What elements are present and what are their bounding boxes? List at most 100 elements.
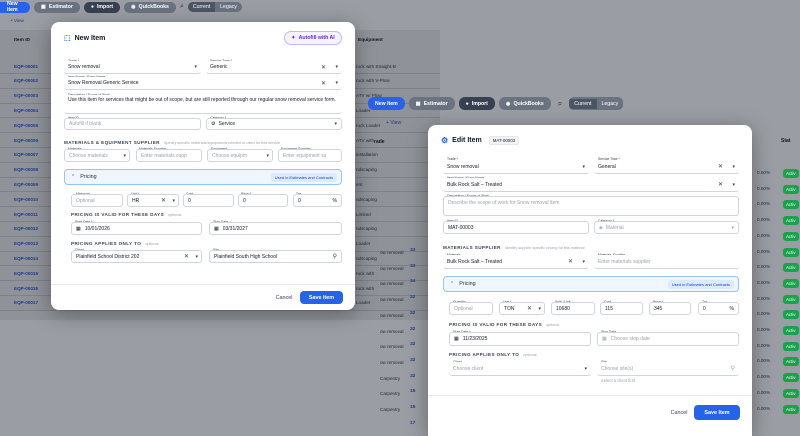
new-item-button[interactable]: New Item <box>0 1 30 13</box>
percent-sign: % <box>729 305 734 312</box>
client-select[interactable]: Plainfield School District 202 ✕ ▾ <box>71 250 202 263</box>
unit-select[interactable]: HR ✕ ▾ <box>127 194 179 207</box>
count-cell[interactable]: 15 <box>410 405 415 410</box>
count-cell[interactable]: 33 <box>410 248 415 253</box>
minimum-input[interactable]: Optional <box>71 194 123 207</box>
clear-icon[interactable]: ✕ <box>161 197 166 204</box>
materials-supplier-input[interactable]: Enter materials supplier <box>594 255 739 269</box>
estimator-button-2[interactable]: ▦ Estimator <box>408 97 455 110</box>
legacy-tab-2[interactable]: Legacy <box>597 99 624 109</box>
price-input[interactable]: 345 <box>649 302 691 315</box>
count-cell[interactable]: 32 <box>410 311 415 316</box>
category-select[interactable]: ⚙ Service ▾ <box>206 118 342 130</box>
item-id-cell[interactable]: EQP-00011 <box>0 212 40 217</box>
item-id-cell[interactable]: EQP-00006 <box>0 138 40 143</box>
tax-input[interactable]: 0% <box>698 302 739 315</box>
item-id-cell[interactable]: EQP-00005 <box>0 123 40 128</box>
price-input[interactable]: 0 <box>238 194 288 207</box>
save-item-button[interactable]: Save Item <box>694 405 740 420</box>
quickbooks-button[interactable]: ◉ QuickBooks <box>124 1 176 13</box>
cost-input[interactable]: 0 <box>183 194 234 207</box>
unit-select[interactable]: TON ✕ ▾ <box>499 302 545 315</box>
item-id-cell[interactable]: EQP-00013 <box>0 241 40 246</box>
item-id-cell[interactable]: EQP-00004 <box>0 108 40 113</box>
trade-cell: Carpentry <box>380 407 401 412</box>
site-select[interactable]: Choose site(s) ⚲ <box>597 362 739 376</box>
item-id-cell[interactable]: EQP-00003 <box>0 93 40 98</box>
item-id-cell[interactable]: EQP-00001 <box>0 64 40 69</box>
start-date-input[interactable]: ▦ 11/23/2025 <box>449 332 591 346</box>
view-link-2[interactable]: + View <box>386 120 401 126</box>
count-cell[interactable]: 34 <box>410 279 415 284</box>
count-cell[interactable]: 32 <box>410 374 415 379</box>
search-icon[interactable]: ⌕ <box>180 3 184 11</box>
clear-icon[interactable]: ✕ <box>321 80 326 87</box>
item-id-cell[interactable]: EQP-00014 <box>0 256 40 261</box>
item-id-cell[interactable]: EQP-00007 <box>0 152 40 157</box>
description-textarea[interactable]: Use this item for services that might be… <box>64 95 342 114</box>
view-link[interactable]: + View <box>10 18 24 23</box>
estimator-button[interactable]: ▦ Estimator <box>34 1 80 13</box>
site-select[interactable]: Plainfield South High School ⚲ <box>209 250 342 263</box>
service-type-select[interactable]: General ✕ ▾ <box>594 160 739 174</box>
materials-select[interactable]: Bulk Rock Salt – Treated ✕ ▾ <box>443 255 589 269</box>
clear-icon[interactable]: ✕ <box>718 181 723 188</box>
item-id-cell[interactable]: EQP-00016 <box>0 286 40 291</box>
equipment-supplier-input[interactable]: Enter equipment su <box>278 149 342 162</box>
client-select[interactable]: Choose client ▾ <box>449 362 591 376</box>
stop-date-input[interactable]: ▦ Choose stop date <box>597 332 739 346</box>
item-name-input[interactable]: Bulk Rock Salt – Treated ✕ ▾ <box>443 178 739 192</box>
quickbooks-button-2[interactable]: ◉ QuickBooks <box>498 97 551 110</box>
save-item-button[interactable]: Save Item <box>300 291 343 304</box>
description-textarea[interactable]: Describe the scope of work for Snow remo… <box>443 196 739 216</box>
item-id-input[interactable]: MAT-00003 <box>443 221 589 234</box>
current-tab-2[interactable]: Current <box>569 98 597 109</box>
service-type-select[interactable]: Generic ✕ ▾ <box>206 61 342 74</box>
item-id-cell[interactable]: EQP-00015 <box>0 271 40 276</box>
count-cell[interactable]: 32 <box>410 327 415 332</box>
equipment-select[interactable]: Choose equipm ▾ <box>207 149 273 162</box>
cancel-button[interactable]: Cancel <box>664 406 694 419</box>
current-tab[interactable]: Current <box>187 2 216 12</box>
count-cell[interactable]: 17 <box>410 421 415 426</box>
legacy-tab[interactable]: Legacy <box>215 2 242 12</box>
clear-icon[interactable]: ✕ <box>568 258 573 265</box>
cost-input[interactable]: 115 <box>600 302 643 315</box>
item-id-cell[interactable]: EQP-00002 <box>0 78 40 83</box>
count-cell[interactable]: 32 <box>410 295 415 300</box>
item-id-cell[interactable]: EQP-00017 <box>0 300 40 305</box>
quantity-input[interactable]: Optional <box>449 302 493 315</box>
item-id-cell[interactable]: EQP-00009 <box>0 182 40 187</box>
status-badge: Activ <box>783 310 799 320</box>
item-name-input[interactable]: Snow Removal Generic Service ✕ ▾ <box>64 77 342 90</box>
item-id-input[interactable]: Autofill if blank <box>64 118 201 130</box>
clear-icon[interactable]: ✕ <box>527 305 532 312</box>
pricing-toggle[interactable]: ⌃ Pricing Used in Estimates and Contract… <box>443 276 739 292</box>
trade-select[interactable]: Snow removal ▾ <box>64 61 201 74</box>
materials-select[interactable]: Choose materials ▾ <box>64 149 130 162</box>
import-button[interactable]: ● Import <box>83 1 121 13</box>
start-date-input[interactable]: ▦ 10/01/2026 <box>71 222 202 235</box>
import-button-2[interactable]: ● Import <box>458 97 495 110</box>
new-item-button-2[interactable]: New Item <box>368 97 405 110</box>
materials-supplier-input[interactable]: Enter materials supp <box>136 149 202 162</box>
stop-date-input[interactable]: ▦ 03/31/2027 <box>209 222 342 235</box>
autofill-ai-button[interactable]: ✦ Autofill with AI <box>284 31 342 45</box>
item-id-cell[interactable]: EQP-00008 <box>0 167 40 172</box>
split-unit-input[interactable]: 10680 <box>551 302 595 315</box>
tax-input[interactable]: 0% <box>293 194 342 207</box>
search-icon[interactable]: ⌕ <box>558 99 562 109</box>
item-id-cell[interactable]: EQP-00012 <box>0 226 40 231</box>
count-cell[interactable]: 33 <box>410 264 415 269</box>
clear-icon[interactable]: ✕ <box>184 253 189 260</box>
count-cell[interactable]: 32 <box>410 342 415 347</box>
category-select[interactable]: ◈ Material ▾ <box>594 221 739 234</box>
item-id-cell[interactable]: EQP-00010 <box>0 197 40 202</box>
cancel-button[interactable]: Cancel <box>269 292 299 304</box>
pricing-toggle[interactable]: ⌃ Pricing Used in Estimates and Contract… <box>64 169 342 185</box>
count-cell[interactable]: 32 <box>410 358 415 363</box>
clear-icon[interactable]: ✕ <box>718 163 723 170</box>
count-cell[interactable]: 15 <box>410 389 415 394</box>
trade-select[interactable]: Snow removal ▾ <box>443 160 589 174</box>
clear-icon[interactable]: ✕ <box>321 64 326 71</box>
